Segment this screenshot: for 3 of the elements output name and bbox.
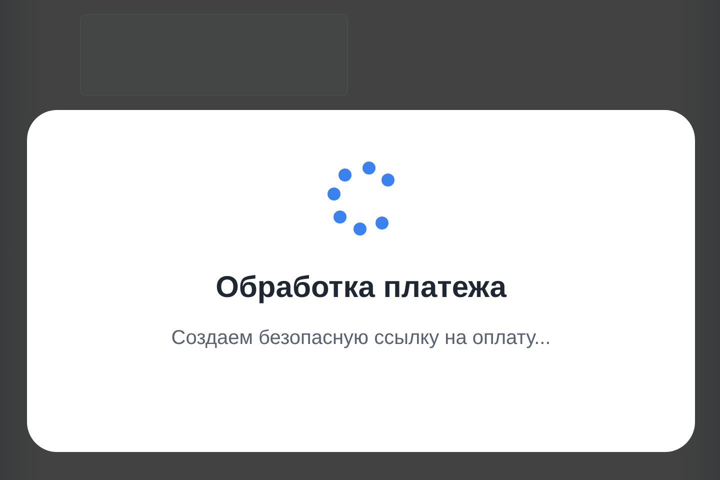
spinner-icon [326,160,396,237]
dialog-message: Создаем безопасную ссылку на оплату... [171,327,551,350]
dialog-title: Обработка платежа [216,271,506,305]
